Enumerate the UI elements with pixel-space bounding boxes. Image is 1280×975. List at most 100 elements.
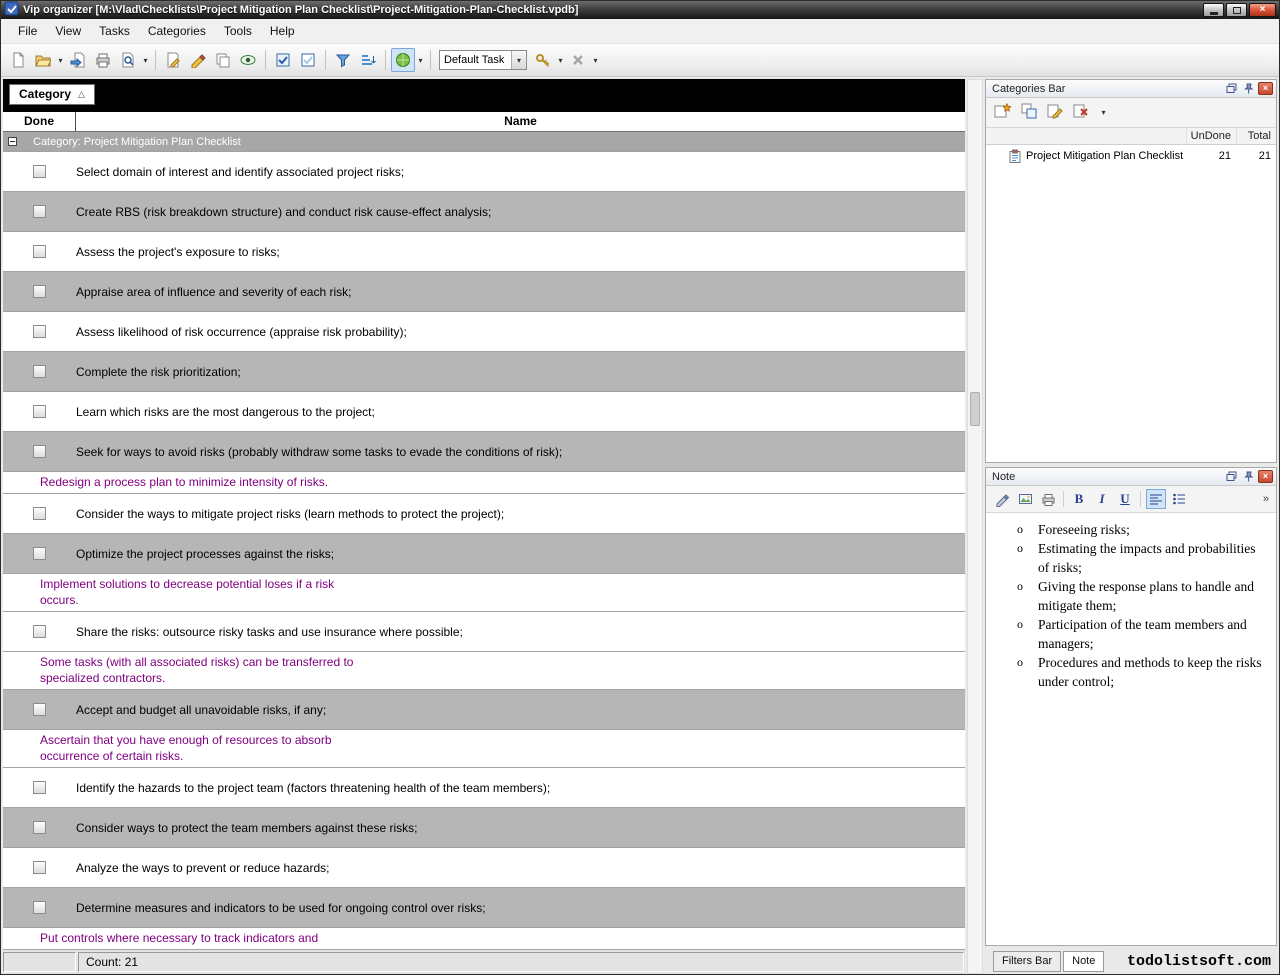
column-header-total[interactable]: Total: [1236, 128, 1276, 144]
pin-panel-icon[interactable]: [1241, 470, 1256, 483]
note-row[interactable]: Implement solutions to decrease potentia…: [3, 574, 965, 612]
task-checkbox[interactable]: [33, 703, 46, 716]
delete-category-button[interactable]: [1073, 103, 1090, 122]
task-checkbox[interactable]: [33, 901, 46, 914]
task-checkbox[interactable]: [33, 205, 46, 218]
category-sort-button[interactable]: Category △: [9, 84, 95, 105]
maximize-button[interactable]: [1226, 3, 1247, 17]
menu-help[interactable]: Help: [261, 20, 304, 42]
column-header-undone[interactable]: UnDone: [1186, 128, 1236, 144]
close-panel-icon[interactable]: ×: [1258, 470, 1273, 483]
complete-task-button[interactable]: [271, 48, 295, 72]
view-mode-dropdown-icon[interactable]: ▾: [416, 56, 425, 65]
categories-name-column[interactable]: [986, 128, 1186, 144]
note-row[interactable]: Ascertain that you have enough of resour…: [3, 730, 965, 768]
task-row[interactable]: Consider the ways to mitigate project ri…: [3, 494, 965, 534]
permissions-dropdown-icon[interactable]: ▾: [556, 56, 565, 65]
new-database-button[interactable]: [6, 48, 30, 72]
sort-button-toolbar[interactable]: [356, 48, 380, 72]
add-subcategory-button[interactable]: [1021, 103, 1038, 122]
tab-filters-bar[interactable]: Filters Bar: [993, 951, 1061, 972]
restore-panel-icon[interactable]: [1224, 470, 1239, 483]
task-checkbox[interactable]: [33, 405, 46, 418]
menu-categories[interactable]: Categories: [139, 20, 215, 42]
task-row[interactable]: Appraise area of influence and severity …: [3, 272, 965, 312]
default-task-select[interactable]: Default Task ▾: [439, 50, 527, 70]
task-checkbox[interactable]: [33, 365, 46, 378]
task-row[interactable]: Accept and budget all unavoidable risks,…: [3, 690, 965, 730]
task-row[interactable]: Determine measures and indicators to be …: [3, 888, 965, 928]
task-checkbox[interactable]: [33, 325, 46, 338]
menu-tasks[interactable]: Tasks: [90, 20, 139, 42]
task-row[interactable]: Assess likelihood of risk occurrence (ap…: [3, 312, 965, 352]
close-button[interactable]: ×: [1249, 3, 1276, 17]
note-row[interactable]: Some tasks (with all associated risks) c…: [3, 652, 965, 690]
insert-image-button[interactable]: [1015, 489, 1035, 509]
task-row[interactable]: Consider ways to protect the team member…: [3, 808, 965, 848]
task-row[interactable]: Seek for ways to avoid risks (probably w…: [3, 432, 965, 472]
align-left-button[interactable]: [1146, 489, 1166, 509]
menu-file[interactable]: File: [9, 20, 46, 42]
print-note-button[interactable]: [1038, 489, 1058, 509]
task-checkbox[interactable]: [33, 861, 46, 874]
task-checkbox[interactable]: [33, 285, 46, 298]
print-preview-button[interactable]: [116, 48, 140, 72]
task-row[interactable]: Optimize the project processes against t…: [3, 534, 965, 574]
underline-button[interactable]: U: [1115, 489, 1135, 509]
title-bar[interactable]: Vip organizer [M:\Vlad\Checklists\Projec…: [1, 1, 1279, 19]
open-dropdown-icon[interactable]: ▾: [56, 56, 65, 65]
filter-button[interactable]: [331, 48, 355, 72]
task-row[interactable]: Analyze the ways to prevent or reduce ha…: [3, 848, 965, 888]
combo-dropdown-icon[interactable]: ▾: [511, 51, 526, 69]
task-checkbox[interactable]: [33, 821, 46, 834]
task-row[interactable]: Assess the project's exposure to risks;: [3, 232, 965, 272]
task-row[interactable]: Identify the hazards to the project team…: [3, 768, 965, 808]
view-mode-button[interactable]: [391, 48, 415, 72]
menu-view[interactable]: View: [46, 20, 90, 42]
edit-task-button[interactable]: [186, 48, 210, 72]
delete-button[interactable]: [566, 48, 590, 72]
view-notes-button[interactable]: [236, 48, 260, 72]
task-checkbox[interactable]: [33, 781, 46, 794]
duplicate-task-button[interactable]: [211, 48, 235, 72]
task-checkbox[interactable]: [33, 445, 46, 458]
print-dropdown-icon[interactable]: ▾: [141, 56, 150, 65]
tab-note[interactable]: Note: [1063, 951, 1104, 972]
pin-panel-icon[interactable]: [1241, 82, 1256, 95]
task-checkbox[interactable]: [33, 245, 46, 258]
print-button[interactable]: [91, 48, 115, 72]
bold-button[interactable]: B: [1069, 489, 1089, 509]
category-list-item[interactable]: Project Mitigation Plan Checklist 21 21: [986, 147, 1276, 164]
italic-button[interactable]: I: [1092, 489, 1112, 509]
column-header-name[interactable]: Name: [76, 112, 965, 131]
note-row[interactable]: Redesign a process plan to minimize inte…: [3, 472, 965, 494]
restore-panel-icon[interactable]: [1224, 82, 1239, 95]
open-database-button[interactable]: [31, 48, 55, 72]
permissions-button[interactable]: [531, 48, 555, 72]
task-checkbox[interactable]: [33, 507, 46, 520]
categories-toolbar-dropdown-icon[interactable]: ▾: [1099, 108, 1108, 117]
bullet-list-button[interactable]: [1169, 489, 1189, 509]
task-checkbox[interactable]: [33, 625, 46, 638]
note-row[interactable]: Put controls where necessary to track in…: [3, 928, 965, 950]
close-panel-icon[interactable]: ×: [1258, 82, 1273, 95]
edit-category-button[interactable]: [1047, 103, 1064, 122]
note-editor[interactable]: Foreseeing risks; Estimating the impacts…: [986, 513, 1276, 945]
delete-dropdown-icon[interactable]: ▾: [591, 56, 600, 65]
scrollbar-thumb[interactable]: [970, 392, 980, 426]
task-row[interactable]: Create RBS (risk breakdown structure) an…: [3, 192, 965, 232]
collapse-group-icon[interactable]: [8, 137, 17, 146]
uncomplete-task-button[interactable]: [296, 48, 320, 72]
task-checkbox[interactable]: [33, 547, 46, 560]
export-button[interactable]: [66, 48, 90, 72]
add-category-button[interactable]: [994, 103, 1012, 122]
vertical-scrollbar[interactable]: [967, 79, 983, 974]
task-row[interactable]: Share the risks: outsource risky tasks a…: [3, 612, 965, 652]
add-task-button[interactable]: [161, 48, 185, 72]
toolbar-overflow-icon[interactable]: »: [1260, 493, 1272, 505]
task-row[interactable]: Learn which risks are the most dangerous…: [3, 392, 965, 432]
edit-note-button[interactable]: [992, 489, 1012, 509]
task-row[interactable]: Select domain of interest and identify a…: [3, 152, 965, 192]
menu-tools[interactable]: Tools: [215, 20, 261, 42]
column-header-done[interactable]: Done: [3, 112, 76, 131]
